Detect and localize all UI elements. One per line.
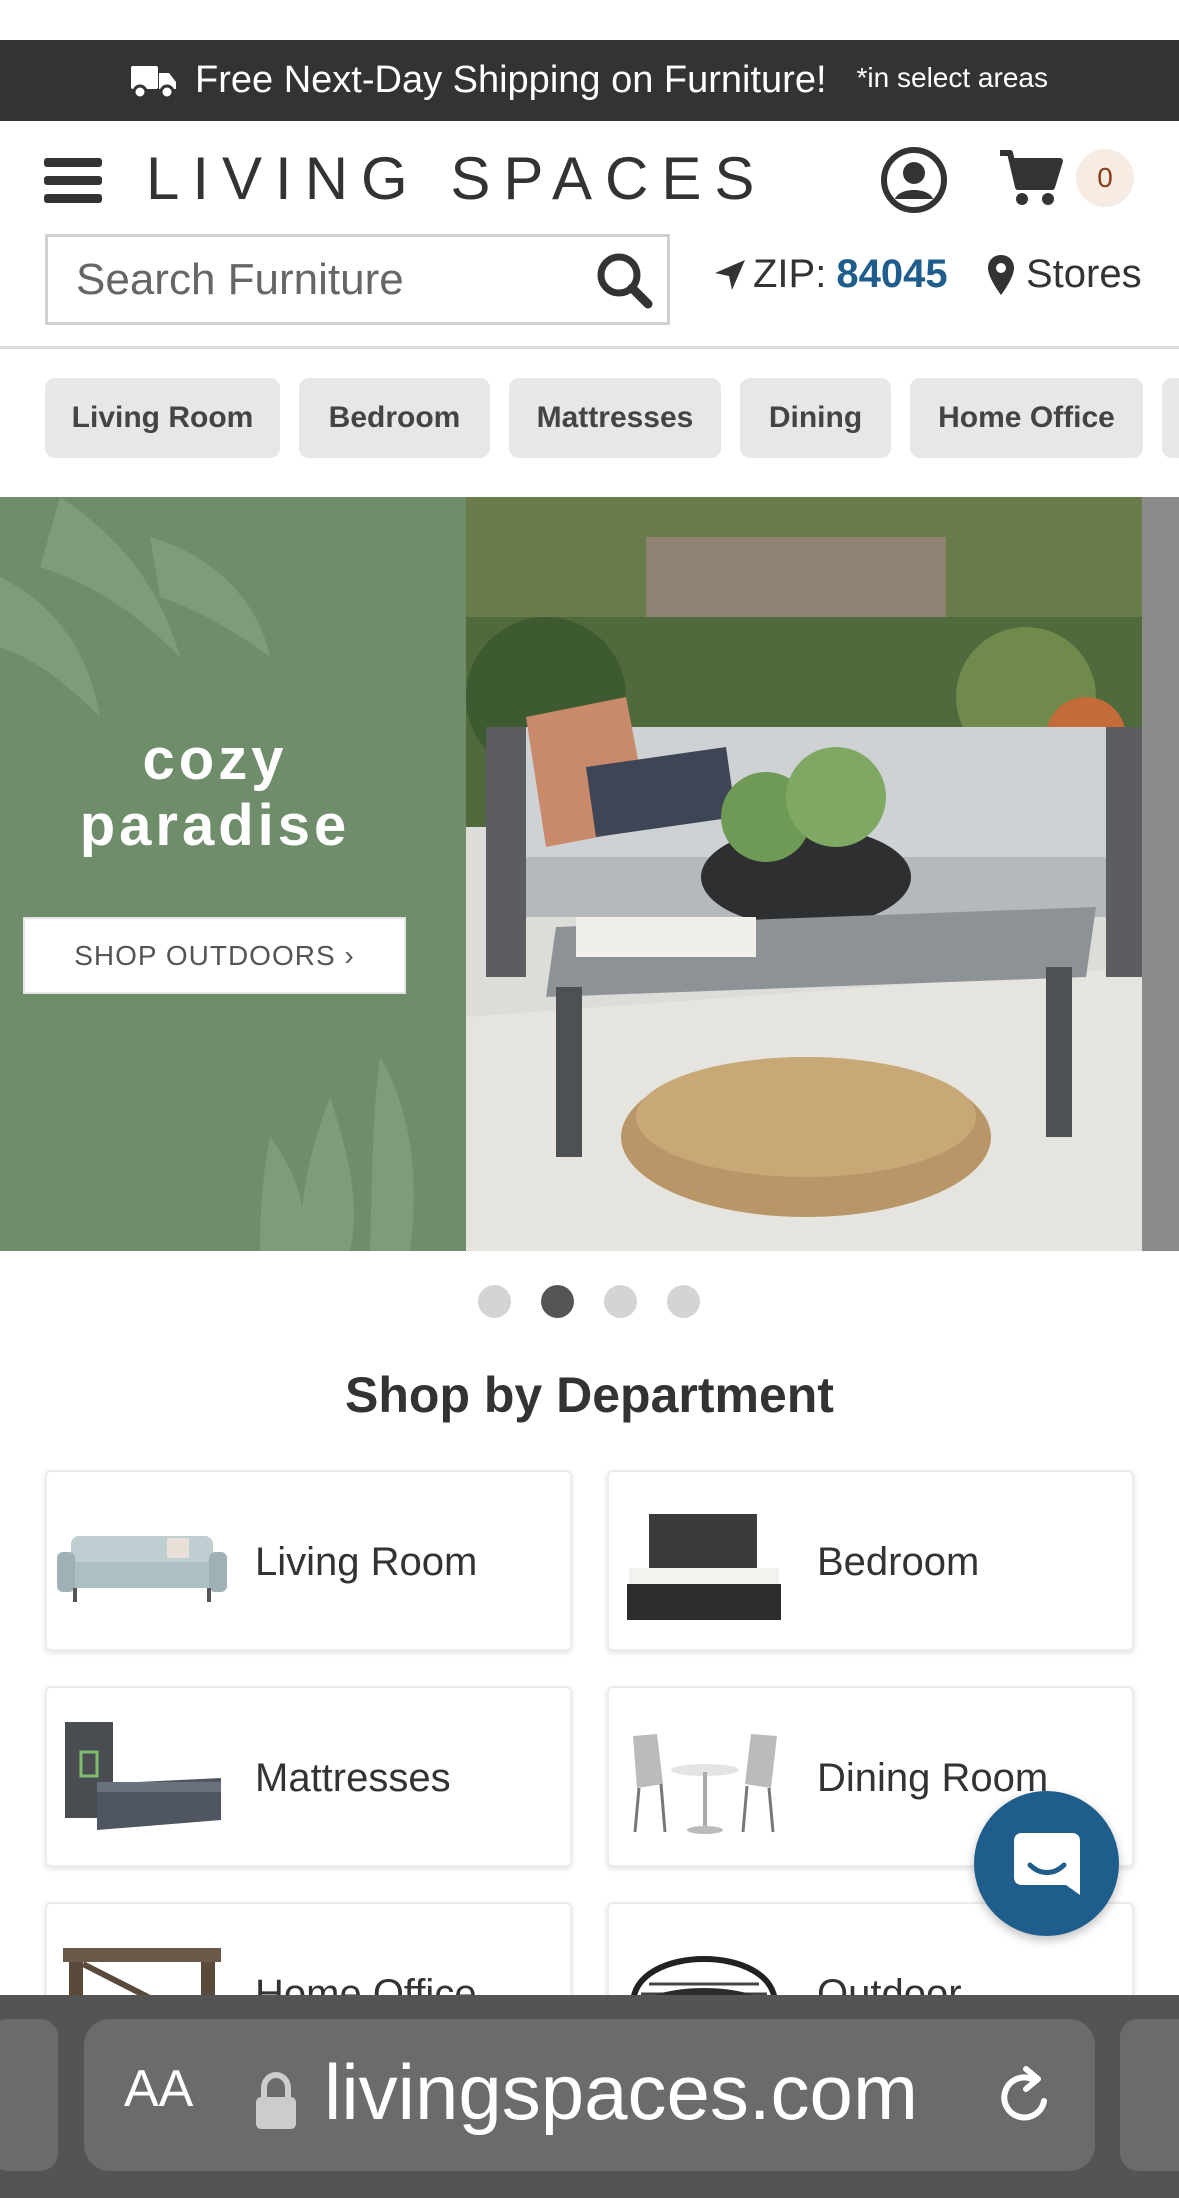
carousel-dot-2[interactable] <box>541 1285 574 1318</box>
department-card-living-room[interactable]: Living Room <box>45 1470 572 1651</box>
text-size-button[interactable]: AA <box>124 2059 193 2119</box>
carousel-dot-3[interactable] <box>604 1285 637 1318</box>
mattress-icon <box>65 1722 221 1830</box>
browser-toolbar: AA livingspaces.com <box>0 1995 1179 2198</box>
sofa-icon <box>57 1536 227 1602</box>
hero-title: cozy paradise <box>0 727 430 859</box>
shipping-banner[interactable]: Free Next-Day Shipping on Furniture! *in… <box>0 40 1179 121</box>
status-bar <box>0 0 1179 40</box>
reload-icon[interactable] <box>992 2063 1058 2129</box>
dining-set-icon <box>633 1734 777 1834</box>
address-bar[interactable]: AA livingspaces.com <box>84 2019 1095 2171</box>
shop-outdoors-button[interactable]: SHOP OUTDOORS › <box>23 917 406 994</box>
carousel-dots <box>478 1285 730 1318</box>
hero-title-line2: paradise <box>79 793 351 858</box>
lock-icon <box>256 2071 296 2129</box>
hero-carousel[interactable]: cozy paradise SHOP OUTDOORS › <box>0 497 1179 1251</box>
chip-mattresses[interactable]: Mattresses <box>509 378 721 458</box>
chat-bubble-icon <box>1013 1832 1080 1895</box>
chip-bedroom[interactable]: Bedroom <box>299 378 490 458</box>
aa-label: AA <box>124 2060 194 2118</box>
cart-count-badge[interactable]: 0 <box>1076 149 1134 207</box>
shipping-banner-note: *in select areas <box>856 61 1048 93</box>
zip-label: ZIP: <box>753 252 827 296</box>
zip-code[interactable]: 84045 <box>836 252 947 297</box>
carousel-dot-1[interactable] <box>478 1285 511 1318</box>
shipping-banner-text: Free Next-Day Shipping on Furniture! <box>195 59 827 101</box>
leaf-decoration-icon <box>0 497 414 1251</box>
site-logo[interactable]: LIVING SPACES <box>146 143 767 215</box>
chip-home-office[interactable]: Home Office <box>910 378 1143 458</box>
carousel-dot-4[interactable] <box>667 1285 700 1318</box>
chip-dining[interactable]: Dining <box>740 378 891 458</box>
hamburger-menu-icon[interactable] <box>44 158 102 208</box>
next-tab[interactable] <box>1120 2019 1179 2171</box>
site-header: LIVING SPACES 0 ZIP: 84045 Stores <box>0 121 1179 349</box>
hero-promo-panel: cozy paradise SHOP OUTDOORS › <box>0 497 466 1251</box>
truck-icon <box>131 65 177 99</box>
cart-icon[interactable] <box>998 147 1064 207</box>
department-section-title: Shop by Department <box>345 1367 834 1423</box>
search-icon[interactable] <box>595 251 653 309</box>
department-label: Mattresses <box>255 1756 451 1800</box>
account-icon[interactable] <box>881 147 947 213</box>
search-box <box>45 234 670 325</box>
stores-label: Stores <box>1026 252 1142 296</box>
department-card-mattresses[interactable]: Mattresses <box>45 1686 572 1867</box>
map-pin-icon <box>988 254 1014 295</box>
previous-tab[interactable] <box>0 2019 58 2171</box>
department-label: Living Room <box>255 1540 478 1584</box>
next-slide-peek <box>1142 497 1179 1251</box>
category-chips: Living Room Bedroom Mattresses Dining Ho… <box>0 378 1179 458</box>
bed-icon <box>627 1514 781 1620</box>
zip-selector[interactable]: ZIP: 84045 <box>713 252 948 297</box>
stores-link[interactable]: Stores <box>988 252 1142 297</box>
department-label: Bedroom <box>817 1540 980 1584</box>
department-card-bedroom[interactable]: Bedroom <box>607 1470 1134 1651</box>
hero-photo <box>466 497 1142 1251</box>
hero-title-line1: cozy <box>142 727 288 792</box>
chat-button[interactable] <box>974 1791 1119 1936</box>
search-input[interactable] <box>48 237 588 322</box>
chip-next[interactable] <box>1162 378 1179 458</box>
location-arrow-icon <box>715 259 745 290</box>
chip-living-room[interactable]: Living Room <box>45 378 280 458</box>
url-text: livingspaces.com <box>324 2048 918 2136</box>
